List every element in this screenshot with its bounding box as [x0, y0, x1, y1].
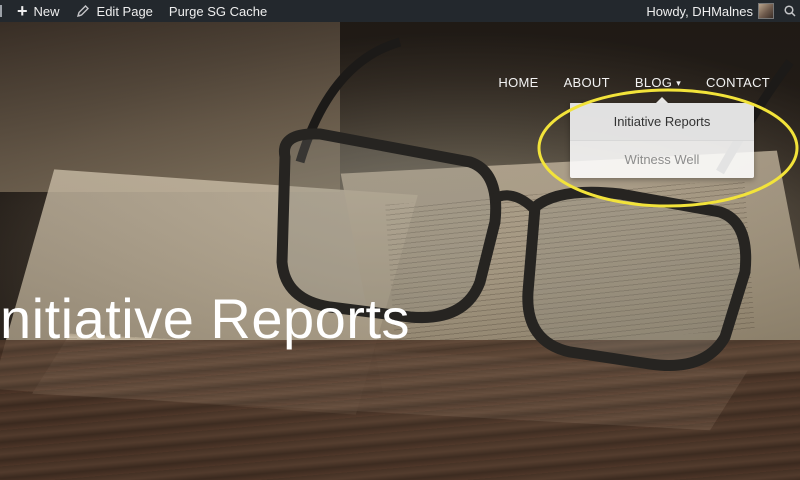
- admin-bar-right: Howdy, DHMalnes: [646, 0, 800, 22]
- purge-cache-label: Purge SG Cache: [168, 3, 268, 19]
- purge-cache-button[interactable]: Purge SG Cache: [169, 0, 267, 22]
- blog-dropdown-menu: Initiative Reports Witness Well: [570, 97, 754, 178]
- eyeglasses-image: [276, 37, 794, 371]
- new-content-button[interactable]: + New: [17, 0, 60, 22]
- page-title: nitiative Reports: [0, 287, 411, 350]
- nav-item-home[interactable]: HOME: [498, 75, 538, 90]
- howdy-greeting: Howdy, DHMalnes: [646, 3, 753, 19]
- nav-item-about[interactable]: ABOUT: [564, 75, 610, 90]
- avatar: [758, 3, 774, 19]
- nav-item-blog-label: BLOG: [634, 75, 673, 90]
- edit-page-label: Edit Page: [96, 3, 153, 19]
- chevron-down-icon: ▾: [676, 78, 682, 88]
- wp-logo-icon[interactable]: [0, 5, 5, 17]
- admin-search-button[interactable]: [784, 0, 800, 22]
- search-icon: [784, 5, 796, 17]
- my-account-menu[interactable]: Howdy, DHMalnes: [646, 0, 784, 22]
- admin-bar: + New Edit Page Purge SG Cache Howdy, DH…: [0, 0, 800, 22]
- edit-page-button[interactable]: Edit Page: [76, 0, 153, 22]
- pencil-icon: [76, 5, 89, 18]
- dropdown-item-witness-well[interactable]: Witness Well: [570, 140, 754, 178]
- plus-icon: +: [17, 1, 28, 21]
- main-navigation: HOME ABOUT BLOG ▾ CONTACT: [473, 75, 770, 90]
- nav-item-blog[interactable]: BLOG ▾: [635, 75, 681, 90]
- hero-background-image: [0, 22, 800, 480]
- dropdown-item-initiative-reports[interactable]: Initiative Reports: [570, 103, 754, 140]
- new-content-label: New: [33, 3, 60, 19]
- nav-item-contact[interactable]: CONTACT: [706, 75, 770, 90]
